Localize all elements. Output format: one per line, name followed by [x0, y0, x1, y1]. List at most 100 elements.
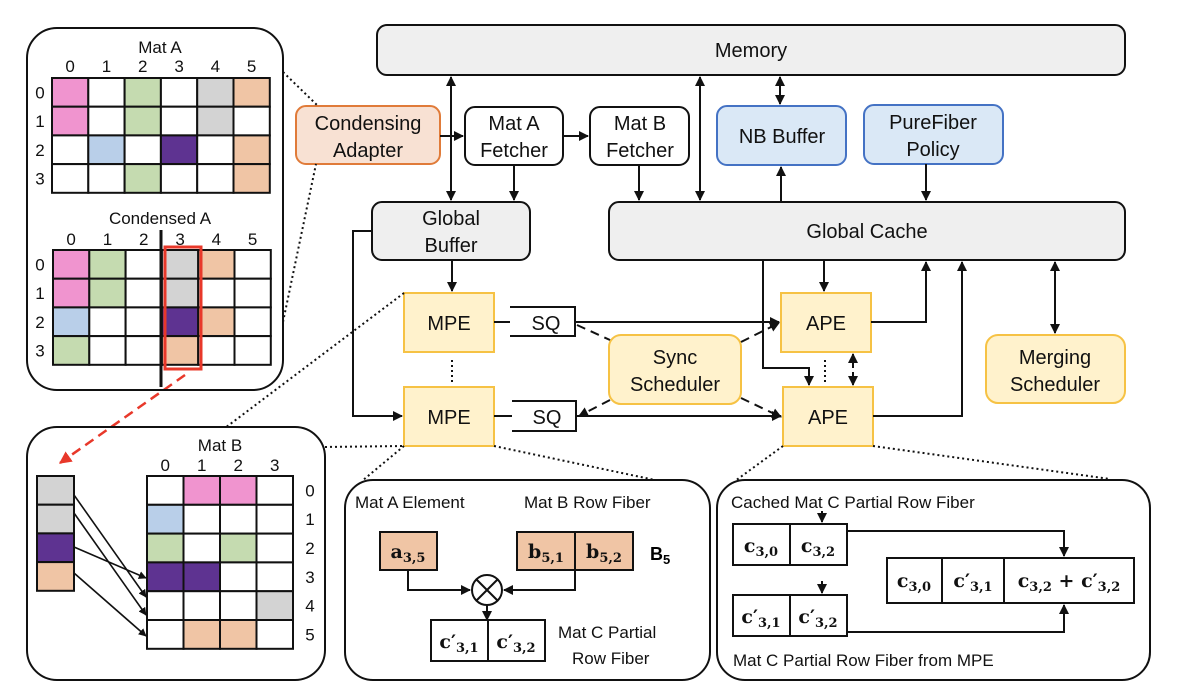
matrix-cell: [196, 77, 235, 108]
mat-b-fetcher-block: Mat B Fetcher: [589, 106, 690, 166]
matrix-cell: [232, 77, 271, 108]
matrix-cell: [123, 163, 162, 194]
architecture-diagram: Memory Condensing Adapter Mat A Fetcher …: [26, 24, 1151, 681]
row-label: 3: [35, 341, 44, 360]
matrix-cell: [52, 249, 91, 280]
col-label: 0: [66, 230, 75, 249]
matrix-cell: [160, 277, 200, 309]
sync-scheduler-block: Sync Scheduler: [608, 334, 742, 405]
col-label: 5: [247, 57, 256, 76]
matrix-cell: [160, 306, 200, 338]
col-label: 2: [139, 230, 148, 249]
row-label: 5: [305, 625, 314, 644]
out-label: Mat C Partial: [558, 623, 656, 642]
condensing-adapter-block: Condensing Adapter: [295, 105, 441, 165]
matrix-cell: [197, 335, 236, 366]
mpe-block-1: MPE: [403, 292, 495, 353]
matrix-cell: [182, 561, 221, 593]
row-label: 4: [305, 597, 314, 616]
b-row-label: B5: [650, 544, 670, 567]
matrix-cell: [160, 335, 200, 366]
matrix-cell: [146, 619, 185, 650]
matrix-cell: [255, 475, 294, 506]
merging-label: Merging: [1019, 347, 1091, 369]
mat-a-fetcher-label-2: Fetcher: [480, 140, 548, 162]
matrix-cell: [182, 503, 221, 535]
policy-label: Policy: [906, 139, 959, 161]
mat-b-fetcher-label: Mat B: [614, 113, 666, 135]
matrix-cell: [123, 134, 162, 166]
matrix-cell: [197, 306, 236, 338]
matrix-cell: [52, 306, 91, 338]
merging-scheduler-block: Merging Scheduler: [985, 334, 1126, 404]
out-label-2: Row Fiber: [572, 649, 650, 668]
matrix-cell: [219, 532, 258, 564]
matrix-cell: [124, 335, 163, 366]
col-label: 5: [248, 230, 257, 249]
global-buffer-label-2: Buffer: [425, 235, 478, 257]
matrix-cell: [182, 590, 221, 622]
sq-queue-1: SQ: [510, 306, 576, 337]
condensing-label: Condensing: [315, 113, 422, 135]
matrix-cell: [87, 163, 126, 194]
matrix-cell: [146, 532, 185, 564]
global-cache-label: Global Cache: [806, 221, 927, 243]
row-label: 1: [35, 112, 44, 131]
matrix-cell: [233, 277, 272, 309]
matrix-cell: [196, 134, 235, 166]
condensed-a-title: Condensed A: [109, 209, 212, 228]
nb-buffer-block: NB Buffer: [716, 105, 847, 166]
matrix-cell: [255, 503, 294, 535]
col-label: 2: [234, 456, 243, 475]
strip-arrows: [73, 494, 147, 637]
adapter-label: Adapter: [333, 140, 403, 162]
matrix-cell: [182, 619, 221, 650]
matrix-cell: [51, 77, 90, 108]
matrix-cell: [159, 163, 199, 194]
matrix-cell: [160, 249, 200, 280]
strip-cell: [36, 503, 75, 535]
matrix-cell: [146, 475, 185, 506]
strip-cell: [36, 561, 75, 592]
matrix-cell: [51, 105, 90, 137]
matrix-cell: [87, 77, 126, 108]
matrix-cell: [255, 619, 294, 650]
sq-label: SQ: [533, 407, 562, 429]
mat-b-fetcher-label-2: Fetcher: [606, 140, 674, 162]
col-label: 3: [270, 456, 279, 475]
matrix-cell: [197, 249, 236, 280]
matrix-cell: [233, 306, 272, 338]
col-label: 0: [65, 57, 74, 76]
mpe-label: MPE: [427, 313, 470, 335]
matrix-cell: [232, 134, 271, 166]
matrix-cell: [146, 561, 185, 593]
purefiber-policy-block: PureFiber Policy: [863, 104, 1004, 165]
sq-label: SQ: [532, 313, 561, 335]
matrix-cell: [51, 163, 90, 194]
mpe-block-2: MPE: [403, 386, 495, 447]
matrix-cell: [88, 335, 127, 366]
matrix-cell: [52, 277, 91, 309]
column-strip: [36, 475, 75, 592]
matrix-cell: [196, 105, 235, 137]
col-label: 2: [138, 57, 147, 76]
strip-cell: [36, 475, 75, 506]
col-label: 1: [197, 456, 206, 475]
ape-label: APE: [808, 407, 848, 429]
matrix-cell: [232, 163, 271, 194]
matrix-cell: [88, 249, 127, 280]
mpe-detail-panel: Mat A Element Mat B Row Fiber a3,5 b5,1 …: [344, 479, 711, 681]
matrix-cell: [182, 532, 221, 564]
col-label: 0: [161, 456, 170, 475]
matrix-cell: [233, 335, 272, 366]
matrix-cell: [146, 590, 185, 622]
matrix-cell: [219, 503, 258, 535]
purefiber-label: PureFiber: [889, 112, 977, 134]
row-label: 0: [35, 255, 44, 274]
ape-block-1: APE: [780, 292, 872, 353]
row-label: 1: [305, 510, 314, 529]
row-label: 2: [35, 313, 44, 332]
matrix-cell: [255, 532, 294, 564]
mat-b-grid: 0 1 2 3 0 1 2 3 4 5: [146, 456, 315, 650]
matrix-cell: [255, 561, 294, 593]
